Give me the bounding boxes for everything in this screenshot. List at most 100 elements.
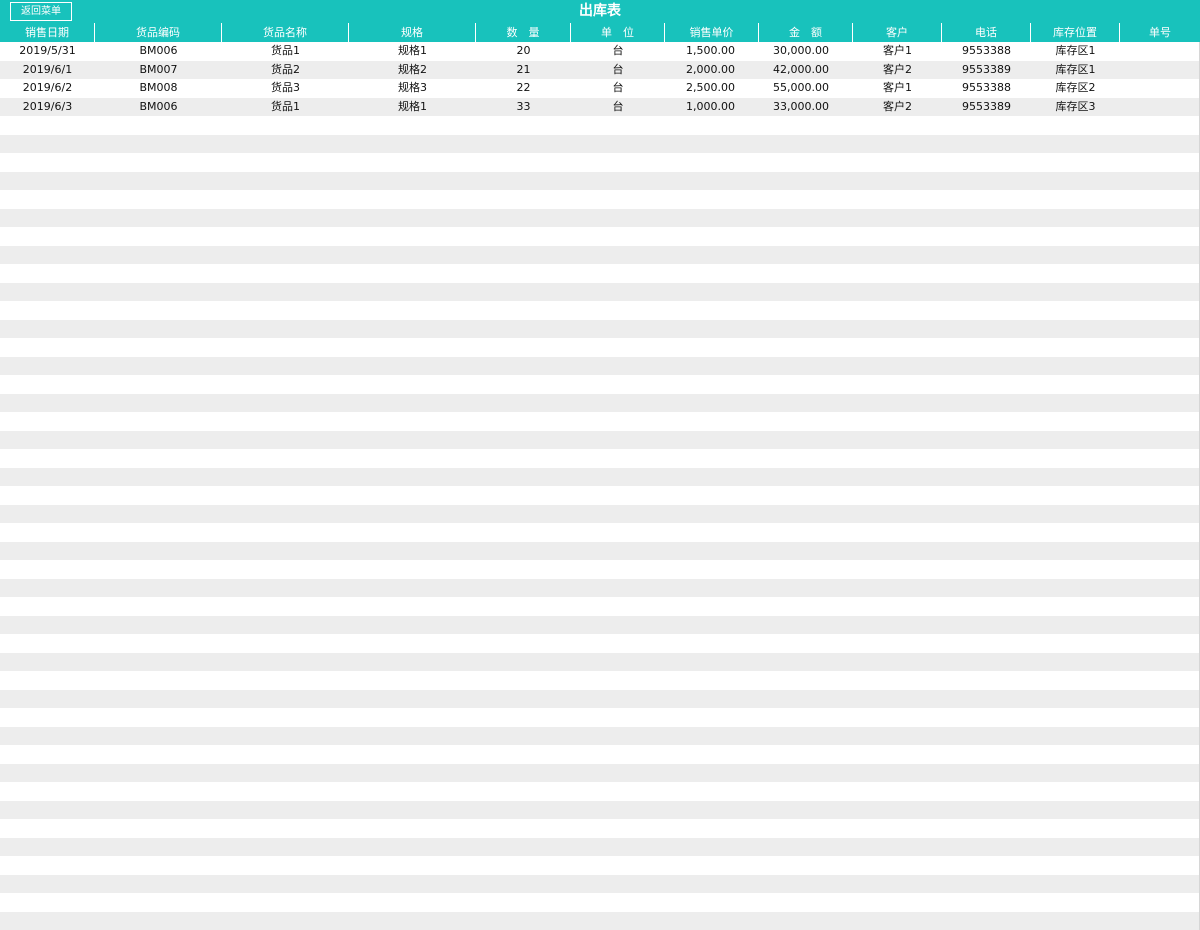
cell-amount[interactable] xyxy=(759,449,853,468)
cell-phone[interactable] xyxy=(942,209,1031,228)
cell-order-no[interactable] xyxy=(1120,338,1200,357)
cell-spec[interactable] xyxy=(349,283,476,302)
cell-unit[interactable] xyxy=(571,875,665,894)
cell-unit-price[interactable] xyxy=(665,634,759,653)
cell-unit[interactable] xyxy=(571,579,665,598)
cell-phone[interactable] xyxy=(942,708,1031,727)
cell-stock-location[interactable] xyxy=(1031,634,1120,653)
cell-unit[interactable] xyxy=(571,468,665,487)
cell-order-no[interactable] xyxy=(1120,856,1200,875)
cell-customer[interactable] xyxy=(853,394,942,413)
cell-spec[interactable] xyxy=(349,468,476,487)
cell-unit-price[interactable] xyxy=(665,745,759,764)
cell-unit[interactable] xyxy=(571,782,665,801)
cell-sales-date[interactable] xyxy=(0,782,95,801)
cell-phone[interactable] xyxy=(942,801,1031,820)
cell-item-name[interactable]: 货品3 xyxy=(222,79,349,98)
cell-spec[interactable] xyxy=(349,116,476,135)
cell-item-code[interactable] xyxy=(95,338,222,357)
cell-order-no[interactable] xyxy=(1120,449,1200,468)
cell-phone[interactable] xyxy=(942,875,1031,894)
cell-order-no[interactable] xyxy=(1120,135,1200,154)
cell-phone[interactable] xyxy=(942,893,1031,912)
cell-unit-price[interactable] xyxy=(665,801,759,820)
cell-spec[interactable] xyxy=(349,301,476,320)
cell-unit-price[interactable] xyxy=(665,412,759,431)
cell-order-no[interactable] xyxy=(1120,745,1200,764)
cell-quantity[interactable] xyxy=(476,653,571,672)
cell-order-no[interactable] xyxy=(1120,283,1200,302)
cell-quantity[interactable]: 21 xyxy=(476,61,571,80)
cell-unit-price[interactable] xyxy=(665,727,759,746)
cell-phone[interactable] xyxy=(942,727,1031,746)
cell-spec[interactable] xyxy=(349,412,476,431)
cell-phone[interactable] xyxy=(942,449,1031,468)
cell-item-code[interactable] xyxy=(95,394,222,413)
cell-item-name[interactable] xyxy=(222,560,349,579)
cell-order-no[interactable] xyxy=(1120,320,1200,339)
cell-spec[interactable]: 规格1 xyxy=(349,42,476,61)
cell-amount[interactable] xyxy=(759,690,853,709)
cell-spec[interactable] xyxy=(349,375,476,394)
column-header-unit-price[interactable]: 销售单价 xyxy=(665,23,759,42)
cell-item-code[interactable] xyxy=(95,838,222,857)
cell-unit[interactable] xyxy=(571,209,665,228)
cell-quantity[interactable] xyxy=(476,579,571,598)
cell-item-name[interactable] xyxy=(222,616,349,635)
cell-stock-location[interactable] xyxy=(1031,227,1120,246)
cell-order-no[interactable] xyxy=(1120,838,1200,857)
cell-item-code[interactable] xyxy=(95,505,222,524)
cell-spec[interactable] xyxy=(349,505,476,524)
cell-amount[interactable] xyxy=(759,135,853,154)
cell-sales-date[interactable] xyxy=(0,412,95,431)
cell-quantity[interactable] xyxy=(476,764,571,783)
cell-amount[interactable] xyxy=(759,468,853,487)
cell-item-name[interactable]: 货品1 xyxy=(222,42,349,61)
cell-item-name[interactable] xyxy=(222,893,349,912)
cell-spec[interactable] xyxy=(349,153,476,172)
cell-sales-date[interactable]: 2019/5/31 xyxy=(0,42,95,61)
cell-order-no[interactable] xyxy=(1120,597,1200,616)
cell-unit-price[interactable] xyxy=(665,875,759,894)
cell-order-no[interactable] xyxy=(1120,357,1200,376)
cell-item-name[interactable] xyxy=(222,523,349,542)
cell-sales-date[interactable] xyxy=(0,875,95,894)
cell-amount[interactable] xyxy=(759,838,853,857)
cell-customer[interactable] xyxy=(853,912,942,930)
cell-spec[interactable] xyxy=(349,893,476,912)
cell-spec[interactable] xyxy=(349,745,476,764)
cell-sales-date[interactable] xyxy=(0,505,95,524)
cell-stock-location[interactable] xyxy=(1031,246,1120,265)
cell-stock-location[interactable] xyxy=(1031,782,1120,801)
cell-phone[interactable] xyxy=(942,597,1031,616)
cell-item-name[interactable] xyxy=(222,856,349,875)
cell-stock-location[interactable] xyxy=(1031,671,1120,690)
cell-phone[interactable] xyxy=(942,616,1031,635)
cell-stock-location[interactable] xyxy=(1031,653,1120,672)
cell-amount[interactable] xyxy=(759,375,853,394)
cell-quantity[interactable] xyxy=(476,708,571,727)
cell-stock-location[interactable] xyxy=(1031,523,1120,542)
cell-stock-location[interactable] xyxy=(1031,209,1120,228)
cell-amount[interactable]: 33,000.00 xyxy=(759,98,853,117)
cell-sales-date[interactable] xyxy=(0,634,95,653)
cell-unit[interactable] xyxy=(571,283,665,302)
cell-item-name[interactable] xyxy=(222,172,349,191)
cell-customer[interactable] xyxy=(853,505,942,524)
column-header-phone[interactable]: 电话 xyxy=(942,23,1031,42)
cell-stock-location[interactable] xyxy=(1031,320,1120,339)
cell-sales-date[interactable] xyxy=(0,172,95,191)
column-header-spec[interactable]: 规格 xyxy=(349,23,476,42)
cell-quantity[interactable] xyxy=(476,486,571,505)
cell-item-code[interactable]: BM008 xyxy=(95,79,222,98)
cell-sales-date[interactable] xyxy=(0,246,95,265)
cell-item-code[interactable] xyxy=(95,375,222,394)
cell-quantity[interactable] xyxy=(476,838,571,857)
cell-unit-price[interactable] xyxy=(665,708,759,727)
cell-customer[interactable] xyxy=(853,616,942,635)
cell-phone[interactable] xyxy=(942,486,1031,505)
cell-customer[interactable] xyxy=(853,283,942,302)
cell-item-name[interactable] xyxy=(222,653,349,672)
cell-customer[interactable] xyxy=(853,264,942,283)
cell-customer[interactable]: 客户1 xyxy=(853,42,942,61)
